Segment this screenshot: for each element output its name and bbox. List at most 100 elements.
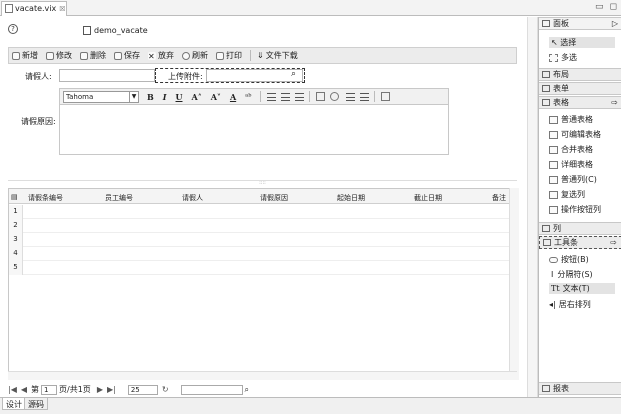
drawer-table[interactable]: 表格 ⇨ xyxy=(539,96,621,109)
palette-item-label: 文本(T) xyxy=(562,284,590,293)
edit-icon xyxy=(46,51,54,60)
refresh-button[interactable]: 刷新 xyxy=(182,50,208,61)
palette-item[interactable]: 合并表格 xyxy=(549,144,593,155)
shrink-font-button[interactable]: A˅ xyxy=(211,92,221,102)
palette-item-label: 普通列(C) xyxy=(561,175,597,184)
text-icon: Tt xyxy=(551,284,560,293)
table-row[interactable]: 2 xyxy=(9,219,516,233)
row-number: 3 xyxy=(9,233,23,247)
column-header[interactable]: 请假原因 xyxy=(260,193,288,203)
applicant-input[interactable] xyxy=(59,69,155,82)
palette-item[interactable]: ◂| 居右排列 xyxy=(549,299,591,310)
palette-item[interactable]: Tt 文本(T) xyxy=(549,283,615,294)
column-header[interactable]: 请假条编号 xyxy=(28,193,63,203)
palette-item[interactable]: 普通表格 xyxy=(549,114,593,125)
palette-item[interactable]: 操作按钮列 xyxy=(549,204,601,215)
ordered-list-icon[interactable] xyxy=(346,92,356,101)
add-label: 新增 xyxy=(22,51,38,60)
download-button[interactable]: ⇓ 文件下载 xyxy=(257,50,298,61)
attachment-input[interactable] xyxy=(206,69,303,82)
drawer-report-label: 报表 xyxy=(553,384,569,393)
drawer-layout[interactable]: 布局 xyxy=(539,68,621,81)
column-header[interactable]: 请假人 xyxy=(182,193,203,203)
page-size-select[interactable]: 25 xyxy=(127,384,158,395)
table-row[interactable]: 5 xyxy=(9,261,516,275)
prev-page-icon[interactable]: ◀ xyxy=(21,385,27,394)
page-input[interactable]: 1 xyxy=(41,384,58,395)
tab-design[interactable]: 设计 xyxy=(2,398,26,410)
grid-vertical-scrollbar[interactable] xyxy=(509,188,519,380)
reason-editor-area[interactable] xyxy=(59,105,449,155)
editable-table-icon xyxy=(549,130,558,139)
bold-button[interactable]: B xyxy=(147,92,154,102)
discard-button[interactable]: ✕ 放弃 xyxy=(148,50,174,61)
palette-item[interactable]: 普通列(C) xyxy=(549,174,597,185)
tool-multiselect[interactable]: 多选 xyxy=(549,52,577,63)
tool-select[interactable]: ↖ 选择 xyxy=(549,37,615,48)
drawer-form[interactable]: 表单 xyxy=(539,82,621,95)
tab-source[interactable]: 源码 xyxy=(24,398,48,410)
align-center-icon[interactable] xyxy=(281,92,291,101)
column-header[interactable]: 员工编号 xyxy=(105,193,133,203)
applicant-label: 请假人: xyxy=(25,72,52,81)
font-color-button[interactable]: A xyxy=(230,92,236,102)
arrow-cursor-icon: ↖ xyxy=(551,38,558,47)
pager-search-input[interactable] xyxy=(180,384,243,395)
grow-font-button[interactable]: A˄ xyxy=(192,92,202,102)
table-row[interactable]: 1 xyxy=(9,205,516,219)
palette-header: 面板 ▷ xyxy=(539,17,621,30)
font-select[interactable]: Tahoma ▼ xyxy=(63,90,139,103)
next-page-icon[interactable]: ▶ xyxy=(97,385,103,394)
pin-icon[interactable]: ⇨ xyxy=(611,97,618,108)
palette-splitter[interactable] xyxy=(527,17,538,397)
unordered-list-icon[interactable] xyxy=(360,92,370,101)
last-page-icon[interactable]: ▶| xyxy=(107,385,116,394)
underline-button[interactable]: U xyxy=(176,92,183,102)
first-page-icon[interactable]: |◀ xyxy=(8,385,17,394)
edit-button[interactable]: 修改 xyxy=(46,50,72,61)
file-icon xyxy=(5,4,13,13)
insert-image-icon[interactable] xyxy=(316,92,326,101)
folder-icon xyxy=(542,385,550,392)
grid-horizontal-scrollbar[interactable] xyxy=(8,371,517,380)
column-header[interactable]: 备注 xyxy=(492,193,506,203)
splitter-handle[interactable]: :::: xyxy=(8,180,517,186)
palette-item-label: 详细表格 xyxy=(561,160,593,169)
drawer-column[interactable]: 列 xyxy=(539,222,621,235)
highlight-button[interactable]: ᵃᵇ xyxy=(245,92,251,101)
palette-item[interactable]: 复选列 xyxy=(549,189,585,200)
table-row[interactable]: 4 xyxy=(9,247,516,261)
palette-item-label: 可编辑表格 xyxy=(561,130,601,139)
italic-button[interactable]: I xyxy=(163,92,167,102)
refresh-icon xyxy=(182,51,190,60)
help-icon[interactable]: ? xyxy=(8,24,18,34)
palette-item[interactable]: I 分隔符(S) xyxy=(549,269,593,280)
add-button[interactable]: 新增 xyxy=(12,50,38,61)
column-header[interactable]: 起始日期 xyxy=(337,193,365,203)
search-icon[interactable]: ⌕ xyxy=(291,69,296,79)
reload-icon[interactable]: ↻ xyxy=(162,385,169,394)
align-right-icon[interactable] xyxy=(295,92,305,101)
palette-item[interactable]: 详细表格 xyxy=(549,159,593,170)
minimize-icon[interactable]: ▭ xyxy=(595,2,604,12)
insert-link-icon[interactable] xyxy=(330,92,340,101)
drawer-toolbar[interactable]: 工具条 ⇨ xyxy=(539,236,621,249)
maximize-icon[interactable]: ◻ xyxy=(610,2,617,12)
table-icon xyxy=(549,115,558,124)
delete-button[interactable]: 删除 xyxy=(80,50,106,61)
source-edit-icon[interactable] xyxy=(381,92,391,101)
search-icon[interactable]: ⌕ xyxy=(245,385,249,395)
close-icon[interactable]: ☒ xyxy=(59,5,65,13)
column-header[interactable]: 截止日期 xyxy=(414,193,442,203)
drawer-report[interactable]: 报表 xyxy=(539,382,621,395)
attachment-label: 上传附件: xyxy=(168,72,203,81)
collapse-palette-icon[interactable]: ▷ xyxy=(612,18,618,29)
table-row[interactable]: 3 xyxy=(9,233,516,247)
editor-tab-vacate[interactable]: vacate.vix ☒ xyxy=(1,1,67,16)
pin-icon[interactable]: ⇨ xyxy=(610,237,617,248)
save-button[interactable]: 保存 xyxy=(114,50,140,61)
palette-item[interactable]: 可编辑表格 xyxy=(549,129,601,140)
palette-item[interactable]: 按钮(B) xyxy=(549,254,589,265)
align-left-icon[interactable] xyxy=(267,92,277,101)
print-button[interactable]: 打印 xyxy=(216,50,242,61)
